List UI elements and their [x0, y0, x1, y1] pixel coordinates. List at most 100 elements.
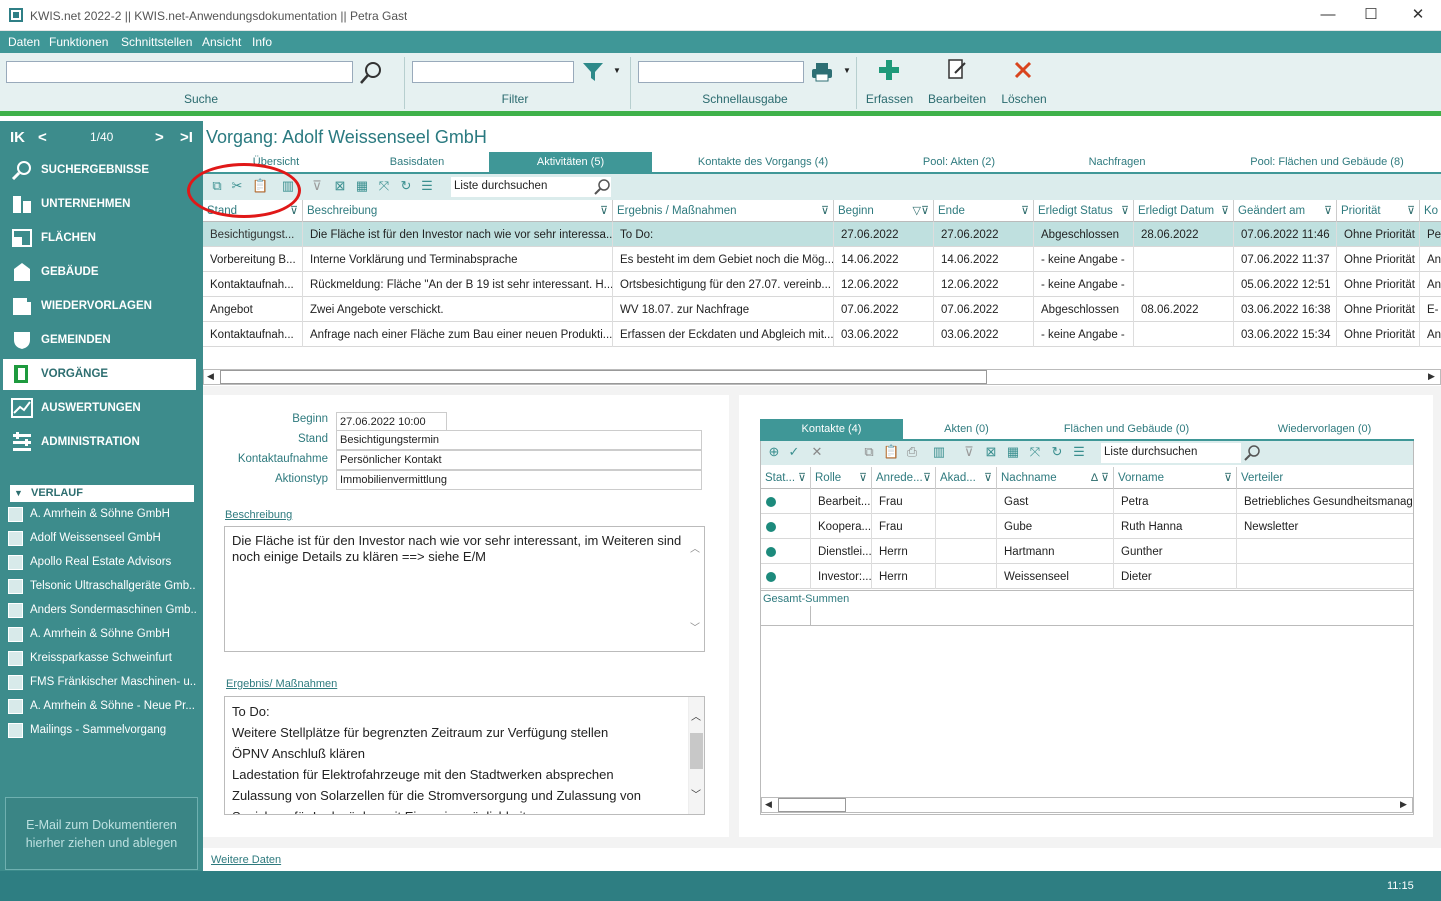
table-row[interactable]: Kontaktaufnah... Rückmeldung: Fläche "An… [203, 272, 1441, 297]
maximize-button[interactable]: ☐ [1358, 5, 1384, 25]
ergebnis-link[interactable]: Ergebnis/ Maßnahmen [226, 678, 337, 690]
expand-icon[interactable]: ⤧ [1027, 444, 1043, 460]
beschreibung-link[interactable]: Beschreibung [225, 509, 292, 521]
col-akad[interactable]: Akad... ⊽ [936, 467, 997, 489]
col-anrede[interactable]: Anrede... ⊽ [872, 467, 936, 489]
col-prioritaet[interactable]: Priorität ⊽ [1337, 200, 1420, 222]
delete-icon[interactable] [1013, 60, 1033, 80]
filter-icon[interactable]: ⊽ [984, 471, 992, 484]
paste-icon[interactable]: 📋 [883, 444, 899, 460]
ergebnis-textarea[interactable]: To Do: Weitere Stellplätze für begrenzte… [224, 696, 705, 815]
search-icon[interactable] [358, 60, 384, 86]
field-aktionstyp[interactable]: Immobilienvermittlung [336, 470, 702, 490]
col-erledigt-status[interactable]: Erledigt Status ⊽ [1034, 200, 1134, 222]
filter-icon[interactable]: ⊽ [1324, 204, 1332, 217]
scroll-left-icon[interactable]: ◀ [765, 799, 772, 810]
excel-export-icon[interactable]: ⊠ [332, 178, 348, 194]
tab-kontakte-des-vorgangs[interactable]: Kontakte des Vorgangs (4) [683, 152, 843, 172]
sort-filter-icon[interactable]: ∆ ⊽ [1091, 471, 1109, 484]
filter-icon[interactable] [582, 62, 604, 82]
scroll-down-icon[interactable]: ﹀ [691, 785, 701, 806]
prev-page-button[interactable]: < [38, 129, 47, 146]
table-row[interactable]: Kontaktaufnah... Anfrage nach einer Fläc… [203, 322, 1441, 347]
table-row[interactable]: Investor:... Herrn Weissenseel Dieter [761, 564, 1413, 589]
edit-icon[interactable] [947, 58, 967, 82]
grid-search-icon[interactable] [593, 178, 611, 199]
menu-ansicht[interactable]: Ansicht [202, 35, 241, 49]
filter-input[interactable] [412, 61, 574, 83]
filter-icon[interactable]: ⊽ [1407, 204, 1415, 217]
create-button[interactable]: Erfassen [862, 92, 917, 106]
weitere-daten-link[interactable]: Weitere Daten [211, 854, 281, 866]
minimize-button[interactable]: — [1315, 5, 1341, 25]
beschreibung-textarea[interactable]: Die Fläche ist für den Investor nach wie… [224, 526, 705, 652]
table-row[interactable]: Dienstlei... Herrn Hartmann Gunther [761, 539, 1413, 564]
close-window-button[interactable]: ✕ [1405, 5, 1431, 25]
filter-icon[interactable]: ⊽ [1121, 204, 1129, 217]
grid-layout-icon[interactable]: ▦ [354, 178, 370, 194]
history-item[interactable]: A. Amrhein & Söhne - Neue Pr... [8, 696, 196, 720]
scroll-thumb[interactable] [778, 798, 846, 812]
nav-gemeinden[interactable]: GEMEINDEN [3, 325, 196, 356]
col-rolle[interactable]: Rolle ⊽ [811, 467, 872, 489]
field-stand[interactable]: Besichtigungstermin [336, 430, 702, 450]
filter-icon[interactable]: ⊽ [923, 471, 931, 484]
scroll-up-icon[interactable]: ︿ [690, 539, 700, 560]
grid-search-input[interactable]: Liste durchsuchen [451, 177, 611, 197]
history-item[interactable]: Telsonic Ultraschallgeräte Gmb... [8, 576, 196, 600]
nav-auswertungen[interactable]: AUSWERTUNGEN [3, 393, 196, 424]
printer-icon[interactable] [811, 62, 833, 82]
remove-icon[interactable]: ✕ [809, 444, 825, 460]
col-geaendert-am[interactable]: Geändert am ⊽ [1234, 200, 1337, 222]
nav-wiedervorlagen[interactable]: WIEDERVORLAGEN [3, 291, 196, 322]
refresh-icon[interactable]: ↻ [1049, 444, 1065, 460]
history-item[interactable]: A. Amrhein & Söhne GmbH [8, 624, 196, 648]
add-contact-icon[interactable]: ⊕ [766, 444, 782, 460]
menu-lines-icon[interactable]: ☰ [419, 178, 435, 194]
tab-basisdaten[interactable]: Basisdaten [355, 152, 479, 172]
filter-icon[interactable]: ▽⊽ [912, 204, 929, 217]
tab-pool-akten[interactable]: Pool: Akten (2) [899, 152, 1019, 172]
scroll-up-icon[interactable]: ︿ [691, 707, 701, 728]
col-status[interactable]: Stat... ⊽ [761, 467, 811, 489]
excel-export-icon[interactable]: ⊠ [983, 444, 999, 460]
filter-icon[interactable]: ⊽ [821, 204, 829, 217]
col-ergebnis[interactable]: Ergebnis / Maßnahmen ⊽ [613, 200, 834, 222]
refresh-icon[interactable]: ↻ [398, 178, 414, 194]
history-item[interactable]: Kreissparkasse Schweinfurt [8, 648, 196, 672]
field-kontaktaufnahme[interactable]: Persönlicher Kontakt [336, 450, 702, 470]
grid-layout-icon[interactable]: ▦ [1005, 444, 1021, 460]
menu-daten[interactable]: Daten [8, 35, 40, 49]
nav-flaechen[interactable]: FLÄCHEN [3, 223, 196, 254]
assign-icon[interactable]: ✓ [786, 444, 802, 460]
copy-icon[interactable]: ⧉ [861, 444, 877, 460]
scroll-right-icon[interactable]: ▶ [1428, 371, 1435, 382]
history-header[interactable]: ▼ VERLAUF [10, 485, 194, 502]
history-item[interactable]: Mailings - Sammelvorgang [8, 720, 196, 744]
expand-icon[interactable]: ⤧ [376, 178, 392, 194]
history-item[interactable]: Adolf Weissenseel GmbH [8, 528, 196, 552]
filter-icon[interactable]: ⊽ [1221, 204, 1229, 217]
table-row[interactable]: Bearbeit... Frau Gast Petra Betriebliche… [761, 489, 1413, 514]
col-ende[interactable]: Ende ⊽ [934, 200, 1034, 222]
field-beginn[interactable]: 27.06.2022 10:00 [336, 412, 447, 432]
email-dropzone[interactable]: E-Mail zum Dokumentieren hierher ziehen … [5, 797, 198, 870]
col-ko[interactable]: Ko [1420, 200, 1441, 222]
tab-kontakte[interactable]: Kontakte (4) [760, 419, 903, 439]
scroll-thumb[interactable] [690, 733, 703, 769]
filter-icon[interactable]: ⊽ [859, 471, 867, 484]
tab-akten[interactable]: Akten (0) [909, 419, 1024, 439]
search-input[interactable] [6, 61, 353, 83]
table-row[interactable]: Besichtigungst... Die Fläche ist für den… [203, 222, 1441, 247]
menu-lines-icon[interactable]: ☰ [1071, 444, 1087, 460]
col-erledigt-datum[interactable]: Erledigt Datum ⊽ [1134, 200, 1234, 222]
contacts-search-icon[interactable] [1243, 444, 1261, 465]
nav-gebaeude[interactable]: GEBÄUDE [3, 257, 196, 288]
tab-nachfragen[interactable]: Nachfragen [1065, 152, 1169, 172]
first-page-button[interactable]: IK [10, 129, 25, 146]
ergebnis-vscrollbar[interactable]: ︿ ﹀ [688, 697, 704, 814]
history-item[interactable]: A. Amrhein & Söhne GmbH [8, 504, 196, 528]
table-row[interactable]: Koopera... Frau Gube Ruth Hanna Newslett… [761, 514, 1413, 539]
clear-filter-icon[interactable]: ⊽ [309, 178, 325, 194]
last-page-button[interactable]: >I [180, 129, 193, 146]
